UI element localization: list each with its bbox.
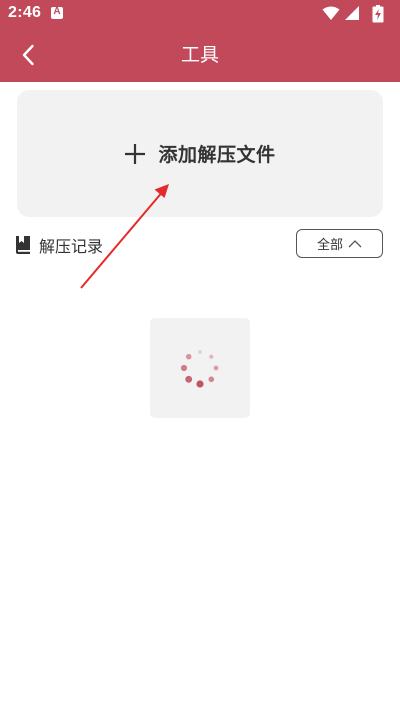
bookmark-book-icon — [16, 236, 30, 254]
loading-indicator — [150, 318, 250, 418]
status-bar: 2:46 A — [0, 0, 400, 28]
notification-icon: A — [51, 6, 63, 19]
wifi-icon — [322, 6, 340, 20]
records-header: 解压记录 — [14, 233, 103, 257]
records-title: 解压记录 — [39, 237, 104, 256]
app-screen: 2:46 A 工具 添加解压文件 解压记录 全部 — [0, 0, 400, 710]
loading-spinner-icon — [180, 350, 219, 388]
filter-dropdown[interactable]: 全部 — [296, 229, 383, 258]
add-archive-label: 添加解压文件 — [158, 144, 276, 166]
battery-charging-icon — [372, 5, 384, 23]
chevron-left-icon — [22, 44, 34, 66]
signal-icon — [345, 6, 359, 20]
plus-icon — [125, 143, 146, 164]
back-button[interactable] — [10, 38, 46, 72]
notification-letter: A — [53, 6, 61, 17]
chevron-up-icon — [348, 240, 362, 248]
filter-label: 全部 — [316, 238, 343, 253]
page-title: 工具 — [180, 44, 219, 66]
app-bar: 工具 — [0, 28, 400, 82]
status-time: 2:46 — [8, 4, 42, 21]
add-archive-button[interactable]: 添加解压文件 — [17, 90, 383, 217]
